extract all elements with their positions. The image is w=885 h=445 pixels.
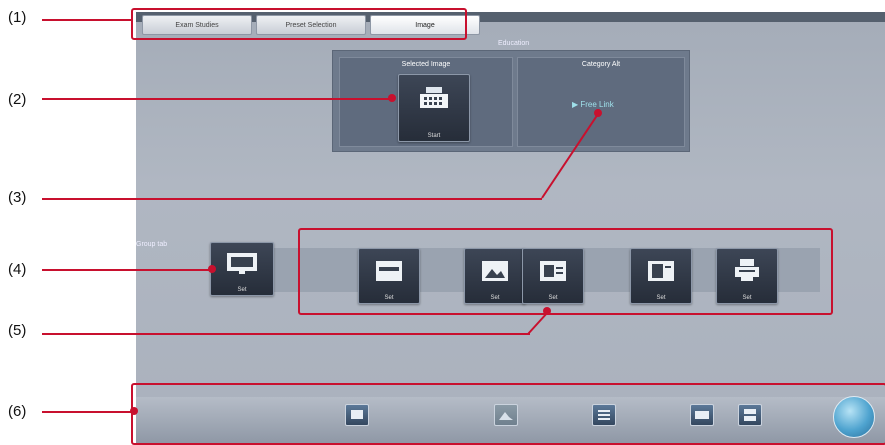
monitor-icon [227,253,257,274]
leader-4-dot [208,265,216,273]
leader-4 [42,269,212,271]
selected-image-caption: Start [427,133,441,139]
selected-image-panel: Selected Image Start [339,57,513,147]
category-header: Category Alt [581,61,621,68]
callout-6: (6) [8,403,27,420]
leader-3-diag [541,113,599,199]
callout-5: (5) [8,322,27,339]
callout-box-1 [131,8,467,40]
callout-2: (2) [8,91,27,108]
leader-6-dot [130,407,138,415]
selected-image-header: Selected Image [401,61,451,68]
leader-5-diag [527,311,549,335]
leader-3-dot [594,109,602,117]
group-label: Group tab [136,241,168,248]
panel-title: Education [498,40,530,47]
callout-box-6 [131,383,885,445]
info-panel: Selected Image Start Category Alt ▶ Free… [332,50,690,152]
leader-2 [42,98,392,100]
selected-image-tile[interactable]: Start [398,74,470,142]
group-first-caption: Set [237,287,247,293]
device-icon [420,87,448,108]
leader-2-dot [388,94,396,102]
group-first-tile[interactable]: Set [210,242,274,296]
callout-1: (1) [8,9,27,26]
leader-3 [42,198,542,200]
leader-5-dot [543,307,551,315]
callout-box-5 [298,228,833,315]
callout-3: (3) [8,189,27,206]
leader-6 [42,411,134,413]
leader-5 [42,333,530,335]
callout-4: (4) [8,261,27,278]
leader-1 [42,19,132,21]
